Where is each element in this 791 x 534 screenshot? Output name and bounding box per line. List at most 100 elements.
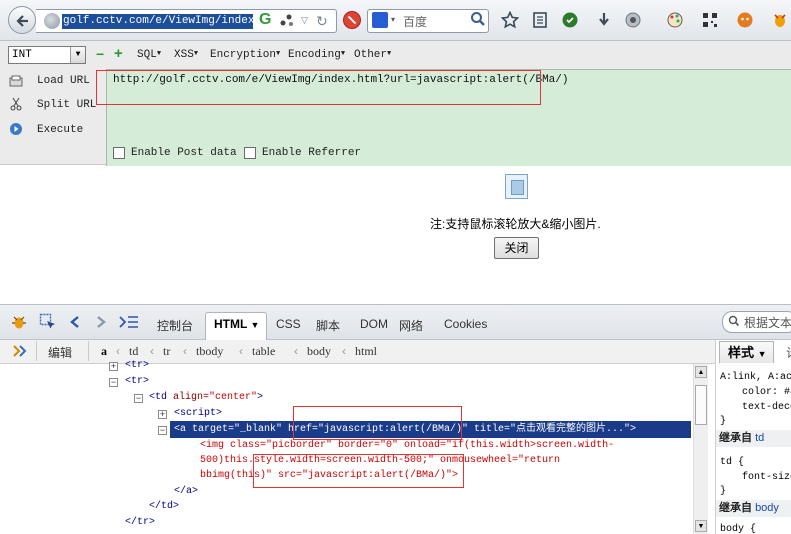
broken-image-icon[interactable] [505, 174, 528, 199]
tree-node-tr[interactable]: <tr> [125, 360, 149, 372]
css-rule-selector: td { [720, 457, 745, 468]
tree-node-img[interactable]: <img class="picborder" border="0" onload… [200, 440, 614, 452]
breadcrumb-tr[interactable]: tr [163, 344, 170, 359]
firebug-search-placeholder: 根据文本 [744, 316, 791, 330]
int-select[interactable]: INT ▼ [8, 46, 86, 64]
menu-sql[interactable]: SQL▼ [137, 49, 161, 61]
menu-other[interactable]: Other▼ [354, 49, 391, 61]
url-text[interactable]: golf.cctv.com/e/ViewImg/index.ht [62, 14, 253, 29]
g-addon-icon[interactable]: G [259, 12, 275, 28]
tab-computed-partial[interactable]: 计 [786, 344, 791, 361]
back-button[interactable] [8, 6, 36, 34]
breadcrumb-tbody[interactable]: tbody [196, 344, 223, 359]
css-property: font-size [742, 472, 791, 483]
collapse-icon[interactable]: − [134, 394, 143, 403]
baidu-engine-icon[interactable]: 🐾 [372, 12, 388, 28]
tab-dom[interactable]: DOM [360, 317, 388, 331]
scroll-thumb[interactable] [695, 385, 707, 425]
tab-styles[interactable]: 样式 ▼ [719, 341, 774, 363]
tree-node-td[interactable]: <td align="center"> [149, 392, 263, 404]
bookmark-star-icon[interactable] [501, 11, 519, 29]
reload-icon[interactable]: ↻ [316, 13, 328, 30]
breadcrumb-table[interactable]: table [252, 344, 275, 359]
menu-encoding[interactable]: Encoding▼ [288, 49, 345, 61]
breadcrumb-html[interactable]: html [355, 344, 377, 359]
menu-xss[interactable]: XSS▼ [174, 49, 198, 61]
enable-referrer-checkbox[interactable] [244, 147, 256, 159]
shield-addon-icon[interactable] [561, 11, 579, 29]
expand-icon[interactable]: + [158, 410, 167, 419]
inherited-from-td: 继承自 td [716, 430, 791, 447]
palette-icon[interactable] [666, 11, 684, 29]
breadcrumb-td[interactable]: td [129, 344, 138, 359]
scissors-icon[interactable] [9, 97, 23, 111]
enable-post-label: Enable Post data [131, 147, 237, 159]
inspect-element-icon[interactable] [39, 313, 57, 331]
qr-code-icon[interactable] [701, 11, 719, 29]
search-engine-label: 百度 [403, 15, 428, 29]
block-icon[interactable] [343, 11, 361, 29]
css-rule-selector: body { [720, 524, 757, 534]
menu-encryption[interactable]: Encryption▼ [210, 49, 280, 61]
increase-icon[interactable]: + [114, 46, 123, 62]
execute-play-icon[interactable] [9, 122, 23, 136]
edit-button[interactable]: 编辑 [48, 344, 72, 361]
zoom-note: 注:支持鼠标滚轮放大&缩小图片. [430, 217, 601, 231]
back-arrow-icon [16, 15, 28, 27]
url-dropdown-icon[interactable]: ▽ [301, 15, 311, 25]
firebug-bug-icon[interactable] [11, 314, 27, 330]
addon-menu-icon[interactable] [624, 11, 642, 29]
int-select-value: INT [12, 49, 32, 61]
expand-icon[interactable]: + [109, 362, 118, 371]
fox-addon-icon[interactable] [736, 11, 754, 29]
search-engine-dropdown-icon[interactable]: ▾ [391, 15, 395, 24]
tab-network[interactable]: 网络 [399, 317, 423, 334]
enable-referrer-label: Enable Referrer [262, 147, 362, 159]
download-icon[interactable] [595, 11, 613, 29]
decrease-icon[interactable]: − [96, 47, 104, 61]
tab-cookies[interactable]: Cookies [444, 317, 487, 331]
tree-node-tr[interactable]: <tr> [125, 376, 149, 388]
reading-list-icon[interactable] [531, 11, 549, 29]
breadcrumb-sep-icon: ‹ [116, 344, 120, 358]
load-url-button[interactable]: Load URL [37, 75, 90, 87]
breadcrumb-a[interactable]: a [101, 344, 107, 359]
scroll-down-icon[interactable]: ▼ [695, 520, 707, 532]
break-on-mutate-icon[interactable] [12, 344, 28, 358]
split-url-button[interactable]: Split URL [37, 99, 96, 111]
tree-node-close-td: </td> [149, 501, 180, 512]
css-rule-selector: A:link, A:act [720, 372, 791, 383]
tree-node-script[interactable]: <script> [174, 408, 222, 420]
breadcrumb-sep-icon: ‹ [183, 344, 187, 358]
tab-console[interactable]: 控制台 [157, 317, 193, 334]
css-property: color: #3 [742, 387, 791, 398]
nav-back-icon[interactable] [69, 315, 81, 329]
breadcrumb-sep-icon: ‹ [294, 344, 298, 358]
collapse-icon[interactable]: − [158, 426, 167, 435]
command-line-icon[interactable] [119, 315, 139, 329]
site-globe-icon [44, 13, 60, 29]
load-url-icon[interactable] [9, 74, 23, 88]
page-content [0, 166, 791, 304]
css-rule-end: } [720, 486, 727, 497]
firebug-icon[interactable] [771, 11, 789, 29]
tab-css[interactable]: CSS [276, 317, 301, 331]
search-icon[interactable] [470, 11, 486, 27]
css-rule-end: } [720, 416, 727, 427]
highlight-box-url [96, 70, 541, 105]
tab-script[interactable]: 脚本 [316, 317, 340, 334]
breadcrumb-body[interactable]: body [307, 344, 331, 359]
close-button[interactable]: 关闭 [494, 237, 539, 259]
highlight-box-src [253, 454, 464, 488]
tab-html[interactable]: HTML ▼ [214, 317, 259, 331]
scroll-up-icon[interactable]: ▲ [695, 366, 707, 378]
execute-button[interactable]: Execute [37, 124, 83, 136]
nav-forward-icon[interactable] [95, 315, 107, 329]
dots-addon-icon[interactable] [279, 12, 295, 28]
collapse-icon[interactable]: − [109, 378, 118, 387]
css-property: text-deco [742, 402, 791, 413]
divider [88, 341, 89, 361]
enable-post-checkbox[interactable] [113, 147, 125, 159]
breadcrumb-sep-icon: ‹ [342, 344, 346, 358]
tree-node-close-a: </a> [174, 486, 199, 497]
